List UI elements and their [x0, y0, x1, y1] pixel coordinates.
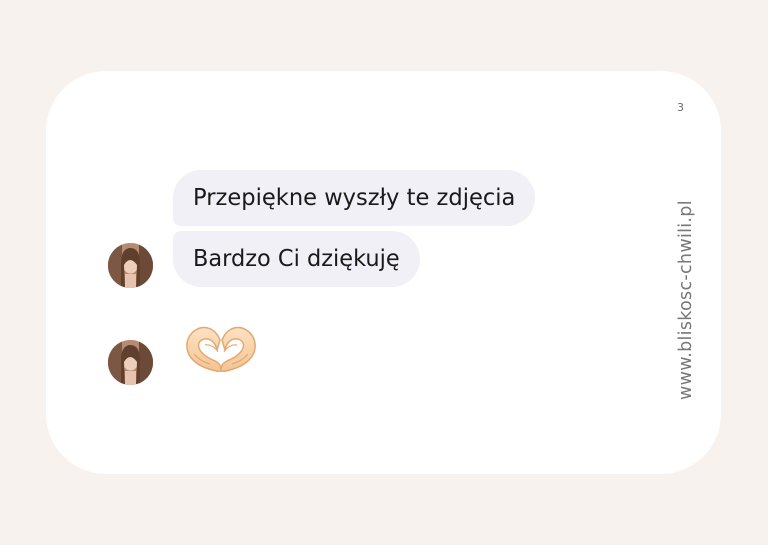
heart-hands-emoji[interactable] — [181, 323, 261, 375]
sender-avatar-2[interactable] — [108, 340, 153, 385]
website-url: www.bliskosc-chwili.pl — [676, 200, 696, 400]
message-text-2: Bardzo Ci dziękuję — [193, 246, 400, 272]
message-text-1: Przepiękne wyszły te zdjęcia — [193, 185, 516, 211]
heart-hands-icon — [186, 326, 256, 373]
page-number: 3 — [677, 101, 684, 114]
message-bubble-2[interactable]: Bardzo Ci dziękuję — [173, 231, 420, 287]
avatar-photo-icon — [108, 243, 153, 288]
sender-avatar-1[interactable] — [108, 243, 153, 288]
avatar-photo-icon — [108, 340, 153, 385]
message-bubble-1[interactable]: Przepiękne wyszły te zdjęcia — [173, 170, 535, 226]
